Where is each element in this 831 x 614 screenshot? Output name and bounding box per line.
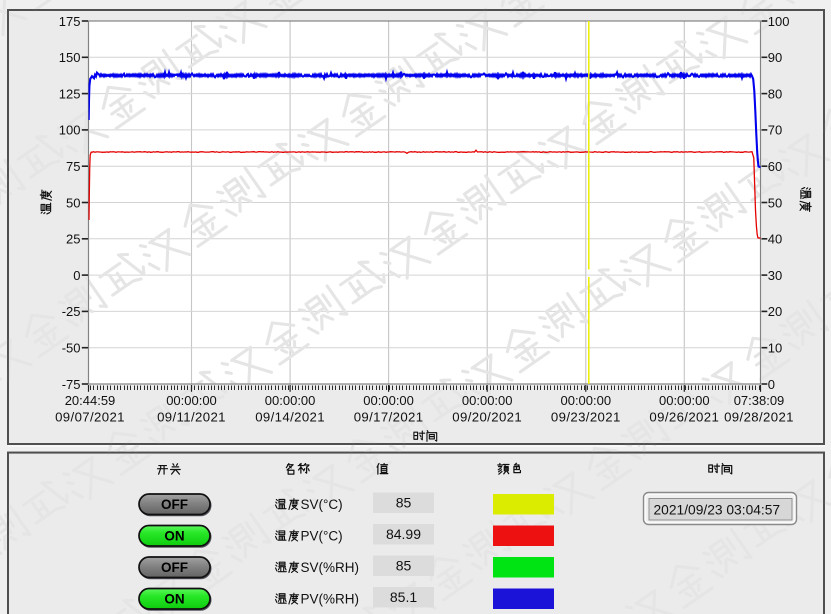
svg-text:90: 90 (768, 50, 782, 65)
svg-text:70: 70 (768, 123, 782, 138)
svg-text:30: 30 (768, 268, 782, 283)
svg-text:PV(%RH): PV(%RH) (301, 592, 360, 607)
svg-text:00:00:00: 00:00:00 (166, 393, 217, 408)
svg-text:85: 85 (396, 557, 412, 573)
svg-text:OFF: OFF (161, 497, 188, 512)
svg-text:09/28/2021: 09/28/2021 (724, 410, 794, 425)
svg-text:175: 175 (59, 14, 81, 29)
svg-text:85: 85 (396, 494, 412, 510)
svg-text:00:00:00: 00:00:00 (560, 393, 611, 408)
svg-text:09/26/2021: 09/26/2021 (649, 410, 719, 425)
svg-text:00:00:00: 00:00:00 (659, 393, 710, 408)
svg-text:ON: ON (164, 529, 184, 544)
svg-text:84.99: 84.99 (386, 526, 421, 542)
svg-text:85.1: 85.1 (390, 589, 417, 605)
svg-text:20: 20 (768, 304, 782, 319)
svg-text:00:00:00: 00:00:00 (363, 393, 414, 408)
svg-text:09/17/2021: 09/17/2021 (354, 410, 424, 425)
svg-text:0: 0 (73, 268, 80, 283)
svg-text:07:38:09: 07:38:09 (734, 393, 785, 408)
svg-text:OFF: OFF (161, 560, 188, 575)
svg-text:09/20/2021: 09/20/2021 (452, 410, 522, 425)
svg-text:50: 50 (66, 195, 80, 210)
svg-text:00:00:00: 00:00:00 (265, 393, 316, 408)
svg-text:09/14/2021: 09/14/2021 (255, 410, 325, 425)
svg-text:80: 80 (768, 86, 782, 101)
svg-text:60: 60 (768, 159, 782, 174)
svg-text:40: 40 (768, 232, 782, 247)
svg-text:25: 25 (66, 232, 80, 247)
svg-text:10: 10 (768, 341, 782, 356)
svg-text:PV(°C): PV(°C) (301, 529, 343, 544)
svg-text:-50: -50 (62, 341, 81, 356)
svg-text:2021/09/23 03:04:57: 2021/09/23 03:04:57 (654, 502, 781, 517)
svg-text:75: 75 (66, 159, 80, 174)
svg-text:09/23/2021: 09/23/2021 (551, 410, 621, 425)
svg-text:-25: -25 (62, 304, 81, 319)
svg-text:-75: -75 (62, 377, 81, 392)
svg-text:00:00:00: 00:00:00 (462, 393, 513, 408)
svg-text:ON: ON (164, 592, 184, 607)
svg-text:SV(%RH): SV(%RH) (301, 560, 360, 575)
svg-text:0: 0 (768, 377, 775, 392)
svg-text:09/07/2021: 09/07/2021 (55, 410, 125, 425)
svg-text:125: 125 (59, 86, 81, 101)
svg-text:50: 50 (768, 195, 782, 210)
svg-text:20:44:59: 20:44:59 (65, 393, 116, 408)
svg-text:SV(°C): SV(°C) (301, 497, 343, 512)
svg-text:150: 150 (59, 50, 81, 65)
svg-text:100: 100 (768, 14, 790, 29)
svg-text:100: 100 (59, 123, 81, 138)
svg-text:09/11/2021: 09/11/2021 (157, 410, 226, 425)
